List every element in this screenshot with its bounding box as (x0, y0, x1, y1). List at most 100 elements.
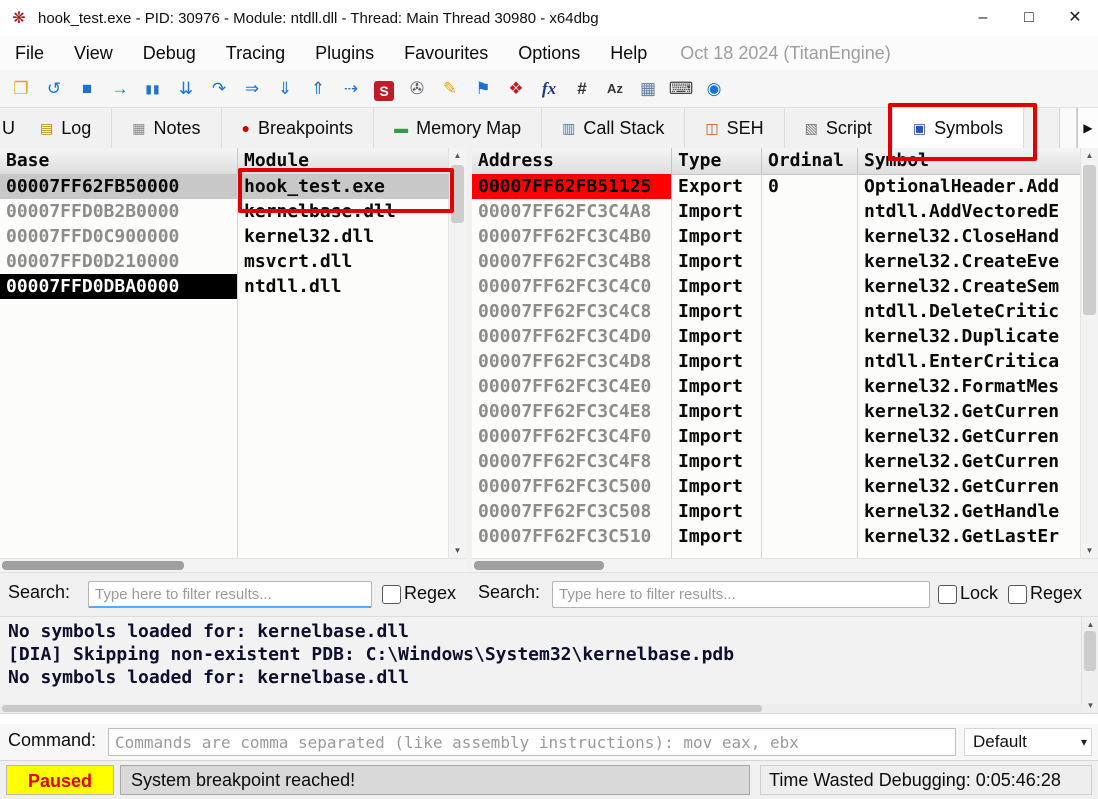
symbols-lock-checkbox[interactable] (938, 585, 957, 604)
symbol-row[interactable]: 00007FF62FC3C4C0 Import kernel32.CreateSem (472, 274, 1081, 299)
about-icon[interactable]: ◉ (699, 75, 729, 103)
symbol-row[interactable]: 00007FF62FC3C4E0 Import kernel32.FormatMes (472, 374, 1081, 399)
scroll-up-icon[interactable]: ▲ (1082, 617, 1098, 632)
menu-item-view[interactable]: View (59, 36, 128, 70)
labels-icon[interactable]: ⚑ (468, 75, 498, 103)
module-row[interactable]: 00007FFD0DBA0000 ntdll.dll (0, 274, 449, 299)
pause-icon[interactable]: ▮▮ (138, 75, 168, 103)
memory-icon[interactable]: ▦ (633, 75, 663, 103)
symbol-row[interactable]: 00007FF62FC3C4C8 Import ntdll.DeleteCritic (472, 299, 1081, 324)
menu-item-favourites[interactable]: Favourites (389, 36, 503, 70)
step-out-icon[interactable]: ⇑ (303, 75, 333, 103)
crash-dump-icon[interactable]: # (567, 75, 597, 103)
tab-memory-map[interactable]: ▬ Memory Map (374, 108, 543, 148)
scroll-down-icon[interactable]: ▼ (449, 543, 466, 558)
menu-item-options[interactable]: Options (503, 36, 595, 70)
scroll-down-icon[interactable]: ▼ (1081, 543, 1098, 558)
symbols-hscroll-thumb[interactable] (474, 561, 604, 570)
step-over-icon[interactable]: ↷ (204, 75, 234, 103)
comments-icon[interactable]: ✎ (435, 75, 465, 103)
run-icon[interactable]: → (105, 75, 135, 103)
run-to-user-code-icon[interactable]: ⇓ (270, 75, 300, 103)
symbol-log-area[interactable]: No symbols loaded for: kernelbase.dll [DI… (0, 616, 1098, 714)
log-vscrollbar[interactable]: ▲ ▼ (1081, 617, 1098, 713)
symbol-row[interactable]: 00007FF62FC3C508 Import kernel32.GetHandle (472, 499, 1081, 524)
close-button[interactable]: ✕ (1052, 0, 1098, 36)
modules-regex-checkbox[interactable] (382, 585, 401, 604)
tab-call-stack[interactable]: ▥ Call Stack (542, 108, 686, 148)
symbol-address-cell: 00007FF62FC3C4C0 (478, 276, 652, 297)
symbols-search-input[interactable] (552, 581, 930, 608)
command-history-dropdown[interactable]: Default ▾ (964, 728, 1092, 756)
menu-item-help[interactable]: Help (595, 36, 662, 70)
minimize-button[interactable]: – (960, 0, 1006, 36)
module-row[interactable]: 00007FFD0C900000 kernel32.dll (0, 224, 449, 249)
symbols-vscrollbar[interactable]: ▲ ▼ (1080, 148, 1098, 558)
log-hscroll-thumb[interactable] (2, 705, 762, 712)
menu-item-debug[interactable]: Debug (128, 36, 211, 70)
tab-clipped-next[interactable] (1059, 108, 1077, 148)
step-into-icon[interactable]: ⇊ (171, 75, 201, 103)
symbols-col-ordinal[interactable]: Ordinal (762, 148, 858, 174)
modules-vscrollbar[interactable]: ▲ ▼ (448, 148, 466, 558)
modules-hscroll-thumb[interactable] (2, 561, 184, 570)
bookmarks-icon[interactable]: ❖ (501, 75, 531, 103)
maximize-button[interactable]: □ (1006, 0, 1052, 36)
symbols-vscroll-thumb[interactable] (1083, 165, 1096, 315)
module-row[interactable]: 00007FFD0D210000 msvcrt.dll (0, 249, 449, 274)
modules-col-base[interactable]: Base (0, 148, 238, 174)
symbols-hscrollbar[interactable] (472, 558, 1098, 573)
log-hscrollbar[interactable] (0, 704, 1082, 713)
tab-symbols[interactable]: ▣ Symbols (892, 108, 1025, 148)
symbol-row[interactable]: 00007FF62FC3C4F0 Import kernel32.GetCurren (472, 424, 1081, 449)
symbol-row[interactable]: 00007FF62FC3C4B8 Import kernel32.CreateEve (472, 249, 1081, 274)
patches-icon[interactable]: ✇ (402, 75, 432, 103)
symbol-row[interactable]: 00007FF62FC3C4B0 Import kernel32.CloseHand (472, 224, 1081, 249)
title-bar[interactable]: ❋ hook_test.exe - PID: 30976 - Module: n… (0, 0, 1098, 37)
symbol-row[interactable]: 00007FF62FC3C4E8 Import kernel32.GetCurren (472, 399, 1081, 424)
symbol-row[interactable]: 00007FF62FC3C4F8 Import kernel32.GetCurren (472, 449, 1081, 474)
scroll-up-icon[interactable]: ▲ (1081, 148, 1098, 163)
symbols-regex-checkbox[interactable] (1008, 585, 1027, 604)
symbol-row[interactable]: 00007FF62FC3C4D0 Import kernel32.Duplicate (472, 324, 1081, 349)
tab-script[interactable]: ▧ Script (784, 108, 893, 148)
command-label: Command: (8, 730, 97, 750)
menu-item-file[interactable]: File (0, 36, 59, 70)
calculator-icon[interactable]: ⌨ (666, 75, 696, 103)
functions-icon[interactable]: fx (534, 75, 564, 103)
symbol-row[interactable]: 00007FF62FC3C510 Import kernel32.GetLastEr (472, 524, 1081, 549)
source-icon[interactable]: S (374, 80, 394, 101)
log-vscroll-thumb[interactable] (1084, 631, 1096, 671)
symbols-col-type[interactable]: Type (672, 148, 762, 174)
x64dbg-window: ❋ hook_test.exe - PID: 30976 - Module: n… (0, 0, 1098, 799)
modules-vscroll-thumb[interactable] (451, 165, 464, 223)
symbol-row[interactable]: 00007FF62FC3C4D8 Import ntdll.EnterCritica (472, 349, 1081, 374)
symbol-row[interactable]: 00007FF62FC3C4A8 Import ntdll.AddVectoredE (472, 199, 1081, 224)
scroll-down-icon[interactable]: ▼ (1082, 698, 1098, 713)
strings-icon[interactable]: Az (600, 75, 630, 103)
open-file-icon[interactable]: ❐ (6, 75, 36, 103)
tab-notes[interactable]: ▦ Notes (112, 108, 222, 148)
modules-col-module[interactable]: Module (238, 148, 449, 174)
tab-cpu-partial[interactable]: U (0, 108, 20, 148)
symbols-col-address[interactable]: Address (472, 148, 672, 174)
modules-hscrollbar[interactable] (0, 558, 466, 573)
tab-seh[interactable]: ◫ SEH (685, 108, 785, 148)
command-input[interactable] (108, 728, 956, 756)
stop-icon[interactable]: ■ (72, 75, 102, 103)
modules-search-input[interactable] (88, 581, 372, 608)
menu-item-tracing[interactable]: Tracing (211, 36, 300, 70)
tab-scroll-right-button[interactable]: ▶ (1077, 108, 1098, 148)
module-row[interactable]: 00007FF62FB50000 hook_test.exe (0, 174, 449, 199)
symbol-row[interactable]: 00007FF62FB51125 Export 0 OptionalHeader.Ad… (472, 174, 1081, 199)
animate-into-icon[interactable]: ⇢ (336, 75, 366, 103)
tab-breakpoints[interactable]: ● Breakpoints (221, 108, 375, 148)
symbols-col-symbol[interactable]: Symbol (858, 148, 1081, 174)
restart-icon[interactable]: ↺ (39, 75, 69, 103)
module-row[interactable]: 00007FFD0B2B0000 kernelbase.dll (0, 199, 449, 224)
menu-item-plugins[interactable]: Plugins (300, 36, 389, 70)
tab-log[interactable]: ▤ Log (20, 108, 113, 148)
scroll-up-icon[interactable]: ▲ (449, 148, 466, 163)
symbol-row[interactable]: 00007FF62FC3C500 Import kernel32.GetCurren (472, 474, 1081, 499)
execute-till-return-icon[interactable]: ⇒ (237, 75, 267, 103)
